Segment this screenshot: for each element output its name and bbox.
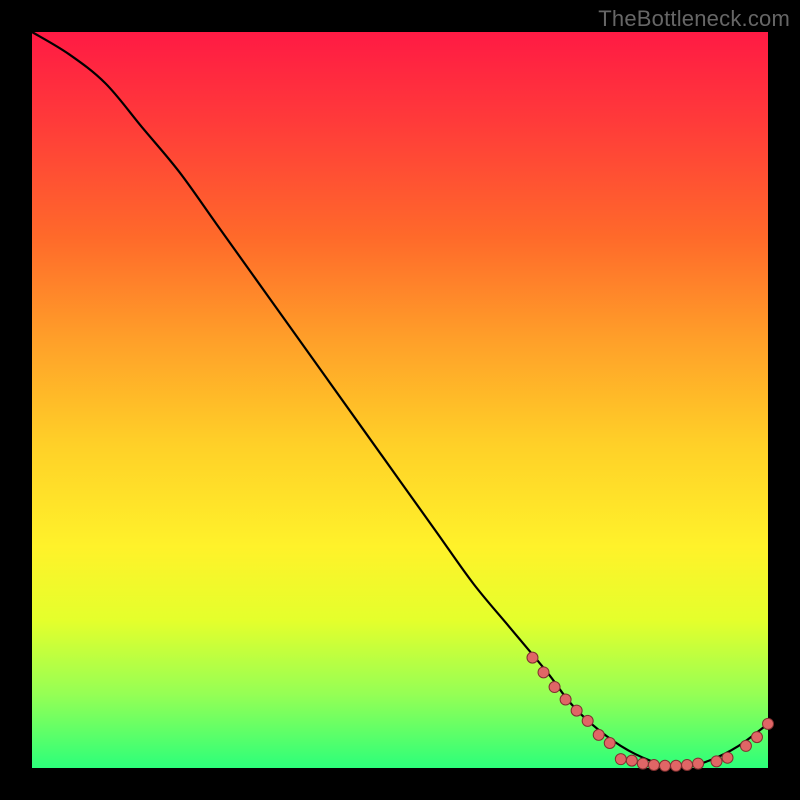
data-point [560, 694, 571, 705]
data-point [593, 729, 604, 740]
watermark-text: TheBottleneck.com [598, 6, 790, 32]
data-point [549, 682, 560, 693]
data-point [538, 667, 549, 678]
chart-overlay [32, 32, 768, 768]
data-point [604, 737, 615, 748]
data-point [711, 756, 722, 767]
data-point [637, 758, 648, 769]
curve-markers [527, 652, 774, 771]
data-point [582, 715, 593, 726]
data-point [648, 760, 659, 771]
data-point [751, 732, 762, 743]
chart-frame: TheBottleneck.com [0, 0, 800, 800]
data-point [671, 760, 682, 771]
curve-line [32, 32, 768, 768]
data-point [571, 705, 582, 716]
data-point [615, 754, 626, 765]
data-point [659, 760, 670, 771]
data-point [626, 755, 637, 766]
data-point [763, 718, 774, 729]
data-point [740, 740, 751, 751]
data-point [693, 758, 704, 769]
data-point [682, 760, 693, 771]
data-point [527, 652, 538, 663]
data-point [722, 752, 733, 763]
